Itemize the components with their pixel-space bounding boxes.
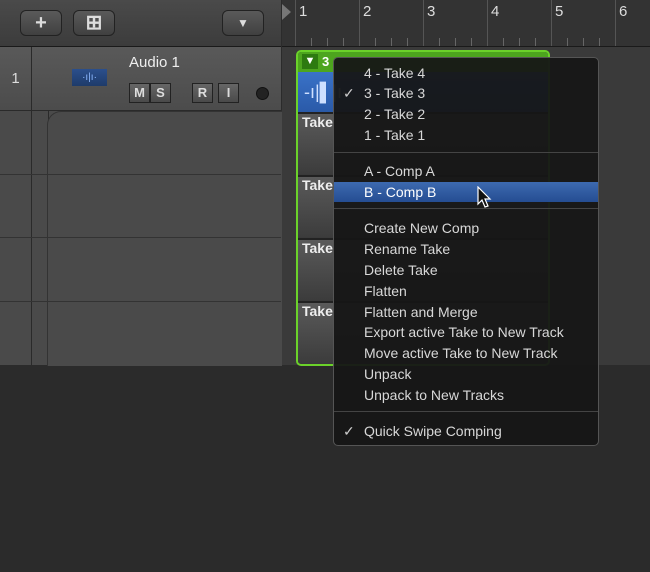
take-folder-context-menu: 4 - Take 4 ✓ 3 - Take 3 2 - Take 2 1 - Ta… — [333, 57, 599, 446]
menu-item-label: Delete Take — [364, 262, 438, 278]
track-header-audio-1[interactable]: 1 ·ı|ı· Audio 1 M S R I — [0, 47, 281, 111]
track-number: 1 — [0, 47, 32, 110]
menu-item-label: Quick Swipe Comping — [364, 423, 502, 439]
menu-separator — [334, 208, 598, 209]
new-track-stack-button[interactable]: ⊞ — [73, 10, 115, 36]
menu-item-take-2[interactable]: 2 - Take 2 — [334, 104, 598, 124]
menu-item-comp-a[interactable]: A - Comp A — [334, 161, 598, 181]
menu-item-label: Flatten — [364, 283, 407, 299]
menu-item-label: A - Comp A — [364, 163, 435, 179]
take-lanes-area — [47, 111, 282, 366]
menu-item-label: 2 - Take 2 — [364, 106, 426, 122]
folder-plus-icon: ⊞ — [85, 12, 103, 34]
options-dropdown-button[interactable]: ▼ — [222, 10, 264, 36]
disclosure-triangle-icon[interactable]: ▼ — [302, 54, 318, 69]
take-label: Take — [302, 303, 333, 319]
bar-number: 2 — [363, 3, 372, 20]
bar-line — [615, 0, 616, 46]
mute-button[interactable]: M — [129, 83, 150, 103]
menu-separator — [334, 411, 598, 412]
menu-item-label: Export active Take to New Track — [364, 324, 564, 340]
triangle-down-icon: ▼ — [237, 16, 249, 30]
take-label: Take — [302, 177, 333, 193]
bar-ruler[interactable]: 1 2 3 4 5 6 — [282, 0, 650, 47]
menu-item-label: B - Comp B — [364, 184, 437, 200]
bar-number: 1 — [299, 3, 308, 20]
menu-item-take-3[interactable]: ✓ 3 - Take 3 — [334, 83, 598, 103]
menu-item-rename-take[interactable]: Rename Take — [334, 239, 598, 259]
bar-line — [487, 0, 488, 46]
menu-item-move-active-take[interactable]: Move active Take to New Track — [334, 343, 598, 363]
menu-item-label: Move active Take to New Track — [364, 345, 558, 361]
menu-item-flatten-and-merge[interactable]: Flatten and Merge — [334, 302, 598, 322]
track-header-toolbar: + ⊞ ▼ — [0, 0, 281, 47]
solo-button[interactable]: S — [150, 83, 171, 103]
take-label: Take — [302, 240, 333, 256]
bar-number: 5 — [555, 3, 564, 20]
bar-line — [359, 0, 360, 46]
menu-item-label: 3 - Take 3 — [364, 85, 426, 101]
input-monitor-button[interactable]: I — [218, 83, 239, 103]
menu-item-unpack-to-new-tracks[interactable]: Unpack to New Tracks — [334, 385, 598, 405]
menu-item-comp-b[interactable]: B - Comp B — [334, 182, 598, 202]
bar-line — [423, 0, 424, 46]
bar-line — [551, 0, 552, 46]
playhead-icon[interactable] — [282, 4, 291, 20]
take-label: Take — [302, 114, 333, 130]
plus-icon: + — [35, 12, 47, 34]
record-indicator-icon — [256, 87, 269, 100]
bar-line — [295, 0, 296, 46]
menu-item-label: Unpack — [364, 366, 412, 382]
check-icon: ✓ — [343, 85, 355, 101]
menu-item-label: Unpack to New Tracks — [364, 387, 505, 403]
bar-number: 3 — [427, 3, 436, 20]
menu-item-quick-swipe-comping[interactable]: ✓ Quick Swipe Comping — [334, 421, 598, 441]
menu-item-label: 1 - Take 1 — [364, 127, 426, 143]
menu-item-label: 4 - Take 4 — [364, 65, 426, 81]
menu-item-delete-take[interactable]: Delete Take — [334, 260, 598, 280]
record-enable-button[interactable]: R — [192, 83, 213, 103]
menu-item-take-4[interactable]: 4 - Take 4 — [334, 63, 598, 83]
menu-item-label: Flatten and Merge — [364, 304, 478, 320]
menu-separator — [334, 152, 598, 153]
waveform-icon: ·ı|ı· — [72, 69, 107, 86]
track-list: 1 ·ı|ı· Audio 1 M S R I — [0, 47, 282, 366]
bar-number: 6 — [619, 3, 628, 20]
check-icon: ✓ — [343, 423, 355, 439]
menu-item-take-1[interactable]: 1 - Take 1 — [334, 125, 598, 145]
menu-item-export-active-take[interactable]: Export active Take to New Track — [334, 322, 598, 342]
add-track-button[interactable]: + — [20, 10, 62, 36]
mouse-cursor-icon — [477, 186, 492, 208]
menu-item-label: Create New Comp — [364, 220, 480, 236]
menu-item-unpack[interactable]: Unpack — [334, 364, 598, 384]
menu-item-create-new-comp[interactable]: Create New Comp — [334, 218, 598, 238]
track-name[interactable]: Audio 1 — [129, 54, 180, 71]
bar-number: 4 — [491, 3, 500, 20]
menu-item-flatten[interactable]: Flatten — [334, 281, 598, 301]
menu-item-label: Rename Take — [364, 241, 451, 257]
take-selector[interactable]: 3 — [322, 54, 329, 69]
